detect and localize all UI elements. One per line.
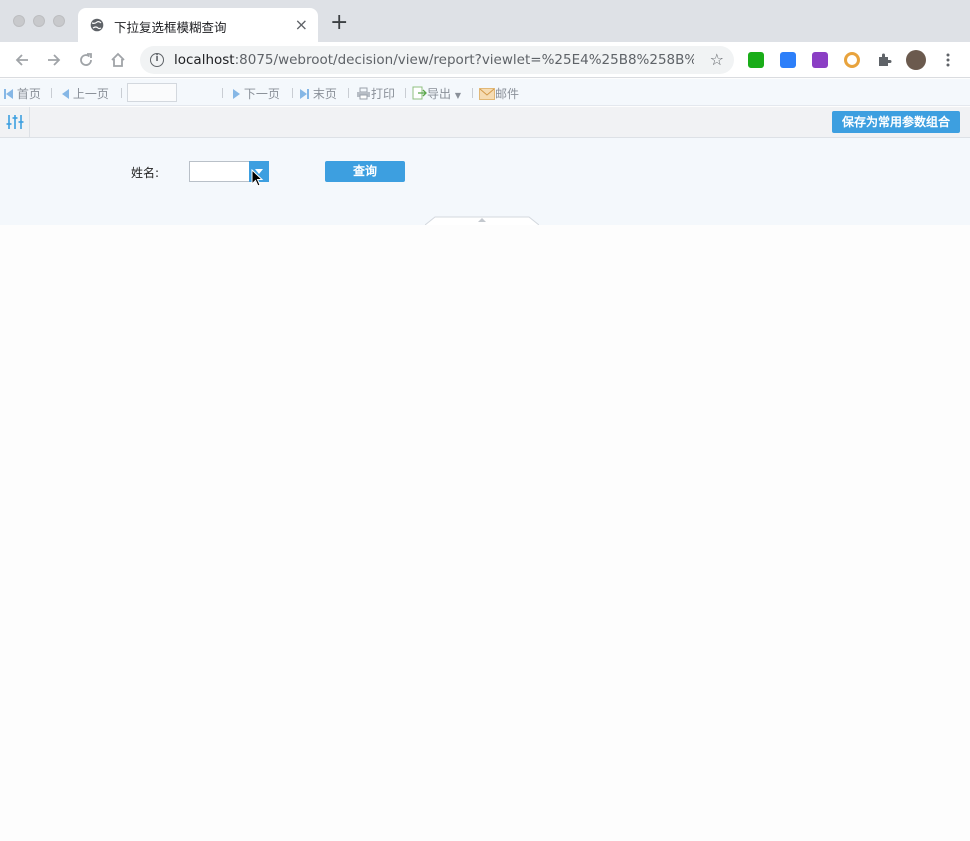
reload-icon[interactable] <box>76 50 96 70</box>
browser-tab[interactable]: 下拉复选框模糊查询 × <box>78 8 318 42</box>
browser-menu-icon[interactable] <box>940 52 956 68</box>
export-icon <box>412 86 427 100</box>
globe-icon <box>90 18 104 32</box>
last-page-label: 末页 <box>312 87 337 101</box>
collapse-panel-handle[interactable] <box>425 216 539 225</box>
toolbar-divider <box>121 88 122 98</box>
mouse-cursor-icon <box>251 169 264 187</box>
parameter-panel-body: 姓名: 查询 <box>0 138 970 225</box>
window-minimize-dot[interactable] <box>33 15 45 27</box>
toolbar-divider <box>405 88 406 98</box>
print-label: 打印 <box>371 87 396 101</box>
next-page-icon <box>233 89 240 99</box>
browser-tab-strip: 下拉复选框模糊查询 × + <box>0 0 970 42</box>
last-page-icon <box>307 89 309 99</box>
omnibox[interactable]: i localhost:8075/webroot/decision/view/r… <box>140 46 734 74</box>
print-button[interactable]: 打印 <box>356 85 395 102</box>
forward-icon[interactable] <box>44 50 64 70</box>
report-content-area <box>0 225 970 841</box>
first-page-arrow-icon <box>6 89 13 99</box>
share-extension-icon[interactable] <box>748 52 764 68</box>
puzzle-extensions-icon[interactable] <box>876 52 892 68</box>
mail-label: 邮件 <box>495 87 520 101</box>
bookmark-star-icon[interactable]: ☆ <box>710 50 724 69</box>
url-text[interactable]: localhost:8075/webroot/decision/view/rep… <box>174 52 694 68</box>
new-tab-button[interactable]: + <box>330 12 348 34</box>
home-icon[interactable] <box>108 50 128 70</box>
parameter-panel-header: 保存为常用参数组合 <box>0 107 970 138</box>
url-host: localhost <box>174 52 235 68</box>
save-common-params-button[interactable]: 保存为常用参数组合 <box>832 111 960 133</box>
back-icon[interactable] <box>12 50 32 70</box>
export-button[interactable]: 导出 ▼ <box>412 85 461 102</box>
window-zoom-dot[interactable] <box>53 15 65 27</box>
mail-icon <box>479 88 495 100</box>
chrome-extension-icon[interactable] <box>844 52 860 68</box>
window-close-dot[interactable] <box>13 15 25 27</box>
page-number-input[interactable] <box>127 83 177 102</box>
last-page-arrow-icon <box>300 89 307 99</box>
report-toolbar: 首页 上一页 下一页 末页 打印 导出 ▼ 邮件 <box>0 79 970 106</box>
prev-page-button[interactable]: 上一页 <box>62 85 109 102</box>
next-page-button[interactable]: 下一页 <box>233 85 280 102</box>
name-label: 姓名: <box>131 166 160 180</box>
tab-title: 下拉复选框模糊查询 <box>114 20 227 35</box>
toolbar-divider <box>222 88 223 98</box>
query-button[interactable]: 查询 <box>325 161 405 182</box>
browser-address-bar: i localhost:8075/webroot/decision/view/r… <box>0 42 970 78</box>
toolbar-divider <box>51 88 52 98</box>
toolbar-divider <box>472 88 473 98</box>
rp-extension-icon[interactable] <box>812 52 828 68</box>
name-input[interactable] <box>189 161 250 182</box>
toolbar-divider <box>292 88 293 98</box>
prev-page-label: 上一页 <box>72 87 109 101</box>
export-label: 导出 <box>427 87 452 101</box>
profile-avatar[interactable] <box>906 50 926 70</box>
info-icon[interactable]: i <box>150 53 164 67</box>
translate-extension-icon[interactable] <box>780 52 796 68</box>
sliders-icon <box>6 115 24 129</box>
export-caret-icon: ▼ <box>454 91 461 100</box>
url-path: :8075/webroot/decision/view/report?viewl… <box>234 52 694 68</box>
printer-icon <box>357 87 370 100</box>
parameter-panel-toggle[interactable] <box>0 107 30 137</box>
toolbar-divider <box>348 88 349 98</box>
first-page-label: 首页 <box>16 87 41 101</box>
first-page-button[interactable]: 首页 <box>4 85 41 102</box>
last-page-button[interactable]: 末页 <box>300 85 337 102</box>
mail-button[interactable]: 邮件 <box>479 85 519 102</box>
prev-page-icon <box>62 89 69 99</box>
next-page-label: 下一页 <box>243 87 280 101</box>
tab-close-icon[interactable]: × <box>295 15 308 34</box>
